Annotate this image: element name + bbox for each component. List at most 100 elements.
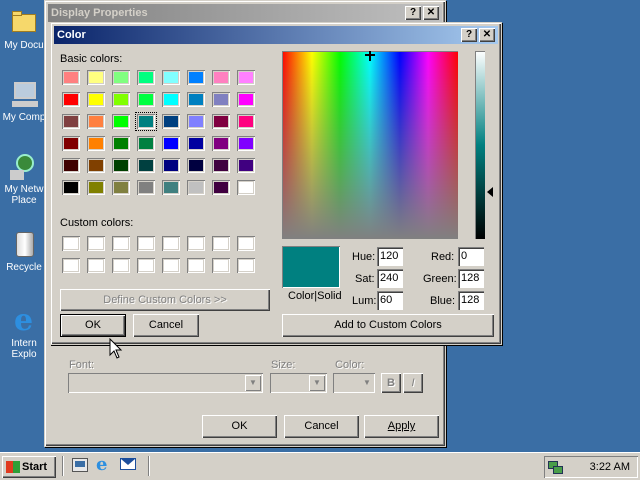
color-dialog-title-bar[interactable]: Color ? ✕	[54, 26, 498, 44]
custom-color-swatch[interactable]	[112, 236, 130, 251]
basic-color-swatch[interactable]	[62, 92, 80, 107]
network-tray-icon[interactable]	[548, 459, 564, 475]
basic-color-swatch[interactable]	[212, 180, 230, 195]
bold-button[interactable]: B	[381, 373, 401, 393]
clock[interactable]: 3:22 AM	[590, 456, 630, 478]
custom-color-swatch[interactable]	[112, 258, 130, 273]
color-spectrum[interactable]	[282, 51, 458, 239]
basic-color-swatch[interactable]	[187, 70, 205, 85]
basic-color-swatch[interactable]	[162, 114, 180, 129]
basic-color-swatch[interactable]	[112, 114, 130, 129]
ok-button[interactable]: OK	[60, 314, 126, 337]
custom-color-swatch[interactable]	[212, 258, 230, 273]
quick-launch-outlook-express[interactable]	[120, 458, 138, 474]
basic-color-swatch[interactable]	[112, 70, 130, 85]
italic-button[interactable]: I	[403, 373, 423, 393]
quick-launch-show-desktop[interactable]	[72, 458, 88, 474]
blue-field[interactable]: 128	[458, 291, 484, 310]
custom-color-swatch[interactable]	[187, 258, 205, 273]
basic-color-swatch[interactable]	[87, 136, 105, 151]
basic-color-swatch[interactable]	[162, 70, 180, 85]
basic-color-swatch[interactable]	[137, 158, 155, 173]
basic-color-swatch[interactable]	[162, 180, 180, 195]
basic-color-swatch[interactable]	[87, 180, 105, 195]
basic-color-swatch[interactable]	[237, 180, 255, 195]
basic-color-swatch[interactable]	[137, 92, 155, 107]
custom-color-swatch[interactable]	[87, 258, 105, 273]
ok-button[interactable]: OK	[202, 415, 277, 438]
desktop-icon-my-computer[interactable]: My Comp	[0, 80, 48, 123]
close-button[interactable]: ✕	[479, 28, 495, 42]
custom-color-swatch[interactable]	[187, 236, 205, 251]
font-combo[interactable]: ▼	[68, 373, 263, 393]
close-button[interactable]: ✕	[423, 6, 439, 20]
basic-color-swatch[interactable]	[62, 180, 80, 195]
basic-color-swatch[interactable]	[237, 136, 255, 151]
basic-color-swatch[interactable]	[187, 136, 205, 151]
basic-color-swatch[interactable]	[162, 136, 180, 151]
basic-color-swatch[interactable]	[212, 114, 230, 129]
basic-color-swatch[interactable]	[137, 180, 155, 195]
custom-color-swatch[interactable]	[137, 236, 155, 251]
red-field[interactable]: 0	[458, 247, 484, 266]
desktop-icon-my-network-places[interactable]: My Netw Place	[0, 152, 48, 206]
custom-color-swatch[interactable]	[162, 258, 180, 273]
help-button[interactable]: ?	[461, 28, 477, 42]
basic-color-swatch[interactable]	[87, 158, 105, 173]
basic-color-swatch[interactable]	[187, 158, 205, 173]
custom-color-swatch[interactable]	[237, 236, 255, 251]
basic-color-swatch[interactable]	[62, 70, 80, 85]
size-combo[interactable]: ▼	[270, 373, 327, 393]
basic-color-swatch[interactable]	[87, 70, 105, 85]
define-custom-colors-button[interactable]: Define Custom Colors >>	[60, 289, 270, 311]
basic-color-swatch[interactable]	[212, 70, 230, 85]
cancel-button[interactable]: Cancel	[284, 415, 359, 438]
basic-color-swatch[interactable]	[237, 70, 255, 85]
custom-color-swatch[interactable]	[137, 258, 155, 273]
start-button[interactable]: Start	[2, 456, 56, 478]
basic-color-swatch[interactable]	[212, 92, 230, 107]
custom-color-swatch[interactable]	[87, 236, 105, 251]
add-to-custom-colors-button[interactable]: Add to Custom Colors	[282, 314, 494, 337]
apply-button[interactable]: Apply	[364, 415, 439, 438]
basic-color-swatch[interactable]	[137, 70, 155, 85]
basic-color-swatch[interactable]	[135, 112, 157, 131]
basic-color-swatch[interactable]	[87, 92, 105, 107]
basic-color-swatch[interactable]	[112, 180, 130, 195]
basic-color-swatch[interactable]	[237, 92, 255, 107]
custom-color-swatch[interactable]	[62, 236, 80, 251]
cancel-button[interactable]: Cancel	[133, 314, 199, 337]
basic-color-swatch[interactable]	[212, 136, 230, 151]
basic-color-swatch[interactable]	[62, 158, 80, 173]
desktop-icon-my-documents[interactable]: My Docu	[0, 8, 48, 51]
custom-color-swatch[interactable]	[237, 258, 255, 273]
luminosity-slider[interactable]	[475, 51, 485, 239]
help-button[interactable]: ?	[405, 6, 421, 20]
quick-launch-internet-explorer[interactable]: e	[96, 456, 114, 474]
basic-color-swatch[interactable]	[62, 136, 80, 151]
basic-color-swatch[interactable]	[112, 92, 130, 107]
basic-color-swatch[interactable]	[112, 136, 130, 151]
basic-color-swatch[interactable]	[187, 180, 205, 195]
basic-color-swatch[interactable]	[187, 92, 205, 107]
luminosity-arrow-icon[interactable]	[487, 187, 493, 197]
hue-field[interactable]: 120	[377, 247, 403, 266]
desktop-icon-recycle-bin[interactable]: Recycle	[0, 230, 48, 273]
basic-color-swatch[interactable]	[162, 158, 180, 173]
custom-color-swatch[interactable]	[62, 258, 80, 273]
custom-color-swatch[interactable]	[162, 236, 180, 251]
sat-field[interactable]: 240	[377, 269, 403, 288]
basic-color-swatch[interactable]	[62, 114, 80, 129]
basic-color-swatch[interactable]	[112, 158, 130, 173]
basic-color-swatch[interactable]	[237, 114, 255, 129]
custom-color-swatch[interactable]	[212, 236, 230, 251]
green-field[interactable]: 128	[458, 269, 484, 288]
basic-color-swatch[interactable]	[237, 158, 255, 173]
basic-color-swatch[interactable]	[162, 92, 180, 107]
desktop-icon-internet-explorer[interactable]: e Intern Explo	[0, 306, 48, 361]
basic-color-swatch[interactable]	[87, 114, 105, 129]
basic-color-swatch[interactable]	[187, 114, 205, 129]
lum-field[interactable]: 60	[377, 291, 403, 310]
basic-color-swatch[interactable]	[212, 158, 230, 173]
basic-color-swatch[interactable]	[137, 136, 155, 151]
